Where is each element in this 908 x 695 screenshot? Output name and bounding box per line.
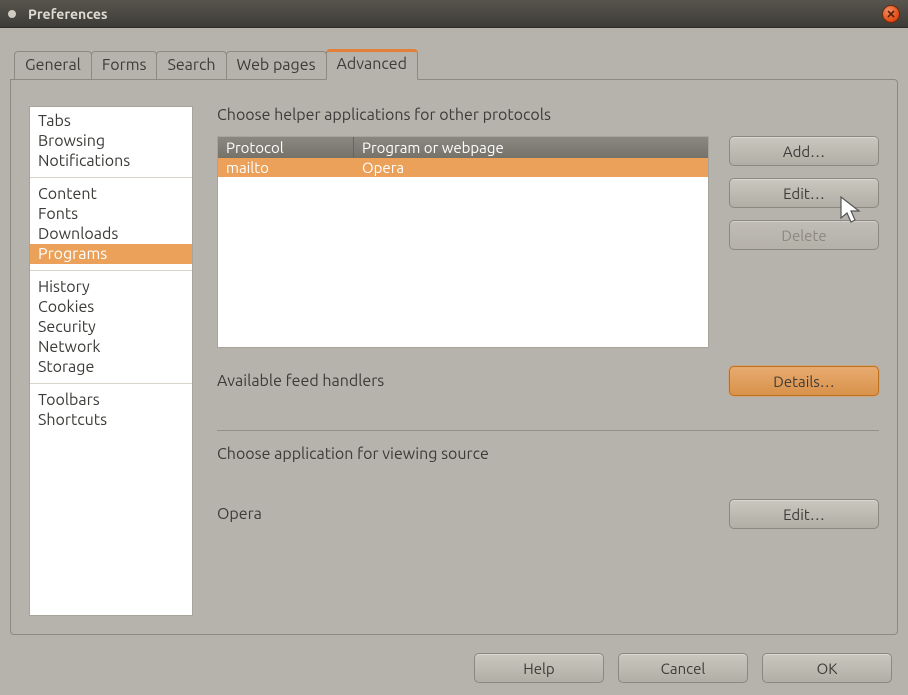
- table-row[interactable]: mailto Opera: [218, 158, 708, 177]
- view-source-app: Opera: [217, 505, 709, 523]
- details-button[interactable]: Details…: [729, 366, 879, 396]
- sidebar-item-cookies[interactable]: Cookies: [30, 297, 192, 317]
- dialog-footer: Help Cancel OK: [474, 653, 892, 683]
- tab-advanced[interactable]: Advanced: [326, 49, 418, 80]
- cell-protocol: mailto: [218, 158, 354, 177]
- window-body: General Forms Search Web pages Advanced …: [0, 28, 908, 695]
- edit-source-button[interactable]: Edit…: [729, 499, 879, 529]
- cancel-button[interactable]: Cancel: [618, 653, 748, 683]
- separator: [217, 430, 879, 431]
- close-icon: [886, 9, 896, 19]
- ok-button[interactable]: OK: [762, 653, 892, 683]
- delete-button: Delete: [729, 220, 879, 250]
- cell-program: Opera: [354, 158, 708, 177]
- add-button[interactable]: Add…: [729, 136, 879, 166]
- tab-general[interactable]: General: [14, 51, 92, 80]
- help-button[interactable]: Help: [474, 653, 604, 683]
- edit-protocol-button[interactable]: Edit…: [729, 178, 879, 208]
- sidebar-item-security[interactable]: Security: [30, 317, 192, 337]
- sidebar-item-programs[interactable]: Programs: [30, 244, 192, 264]
- titlebar: Preferences: [0, 0, 908, 28]
- tab-forms[interactable]: Forms: [91, 51, 158, 80]
- advanced-sidebar: Tabs Browsing Notifications Content Font…: [29, 106, 193, 616]
- sidebar-item-fonts[interactable]: Fonts: [30, 204, 192, 224]
- protocols-heading: Choose helper applications for other pro…: [217, 106, 879, 124]
- view-source-heading: Choose application for viewing source: [217, 445, 879, 463]
- tab-web-pages[interactable]: Web pages: [226, 51, 327, 80]
- advanced-panel: Tabs Browsing Notifications Content Font…: [10, 79, 898, 635]
- tabs-row: General Forms Search Web pages Advanced: [14, 48, 898, 79]
- sidebar-item-history[interactable]: History: [30, 277, 192, 297]
- sidebar-item-storage[interactable]: Storage: [30, 357, 192, 377]
- sidebar-item-tabs[interactable]: Tabs: [30, 111, 192, 131]
- col-program[interactable]: Program or webpage: [354, 137, 708, 158]
- sidebar-item-browsing[interactable]: Browsing: [30, 131, 192, 151]
- sidebar-item-toolbars[interactable]: Toolbars: [30, 390, 192, 410]
- sidebar-item-notifications[interactable]: Notifications: [30, 151, 192, 171]
- sidebar-item-downloads[interactable]: Downloads: [30, 224, 192, 244]
- protocols-table[interactable]: Protocol Program or webpage mailto Opera: [217, 136, 709, 348]
- col-protocol[interactable]: Protocol: [218, 137, 354, 158]
- window-title: Preferences: [28, 6, 882, 22]
- sidebar-item-network[interactable]: Network: [30, 337, 192, 357]
- sidebar-item-shortcuts[interactable]: Shortcuts: [30, 410, 192, 430]
- programs-content: Choose helper applications for other pro…: [217, 106, 879, 616]
- window-menu-icon: [8, 10, 16, 18]
- table-header: Protocol Program or webpage: [218, 137, 708, 158]
- feeds-heading: Available feed handlers: [217, 372, 709, 390]
- close-button[interactable]: [882, 5, 900, 23]
- sidebar-item-content[interactable]: Content: [30, 184, 192, 204]
- tab-search[interactable]: Search: [156, 51, 226, 80]
